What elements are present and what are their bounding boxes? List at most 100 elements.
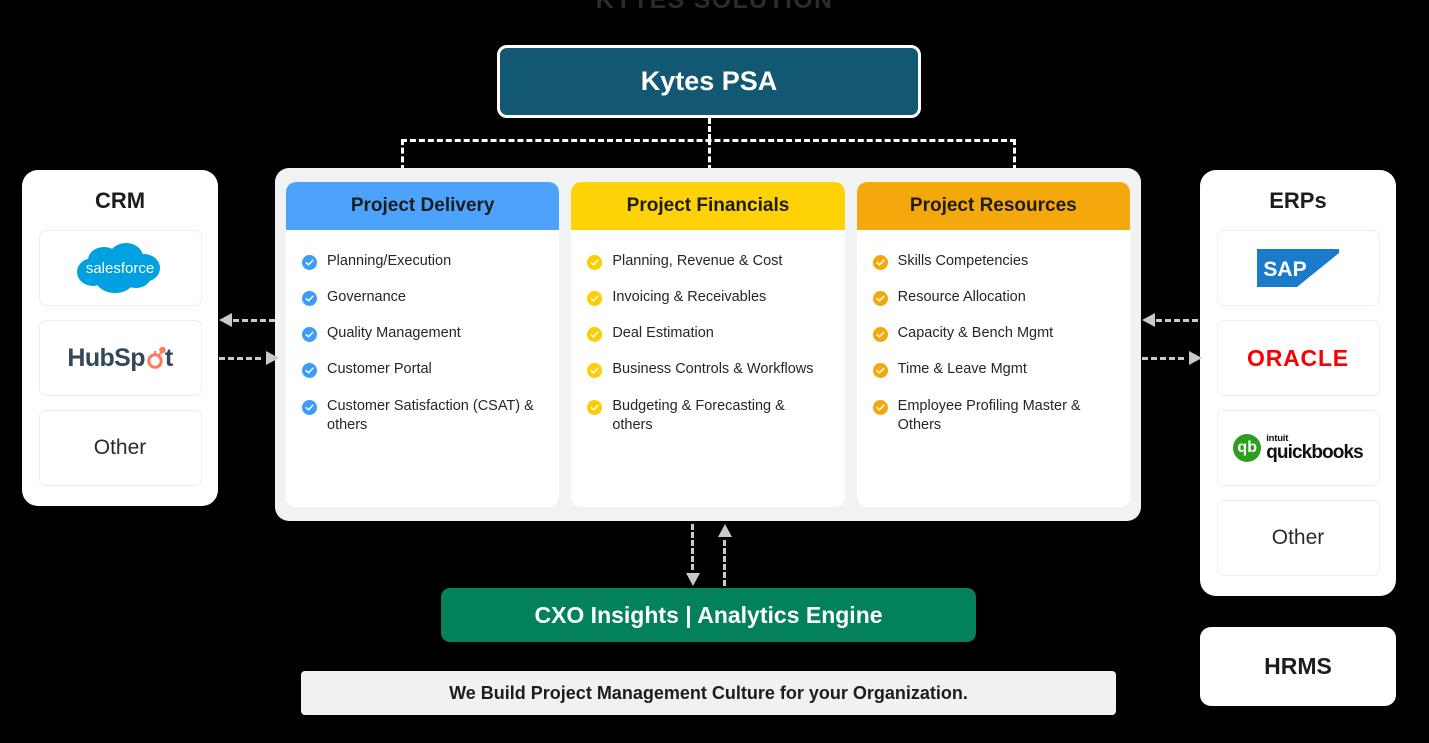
pillar-card: Project Delivery Planning/Execution Govern… [286, 182, 560, 507]
check-circle-icon [302, 399, 317, 415]
feature-item: Time & Leave Mgmt [872, 360, 1113, 379]
check-circle-icon [872, 255, 888, 270]
check-circle-icon [872, 291, 888, 307]
erp-other-label: Other [1271, 526, 1325, 549]
kytes-psa-box[interactable]: Kytes PSA [497, 45, 921, 118]
connector-drop-right [1013, 139, 1016, 171]
sap-icon: SAP [1257, 249, 1339, 287]
feature-item: Customer Satisfaction (CSAT) & others [302, 397, 542, 435]
svg-text:salesforce: salesforce [86, 260, 154, 277]
feature-item: Capacity & Bench Mgmt [872, 324, 1113, 343]
check-circle-icon [587, 291, 603, 307]
check-circle-icon [302, 363, 317, 379]
kytes-psa-label: Kytes PSA [640, 66, 778, 96]
logo-card-other-crm[interactable]: Other [38, 410, 202, 486]
svg-text:SAP: SAP [1263, 258, 1306, 281]
feature-item: Planning, Revenue & Cost [587, 252, 827, 271]
check-circle-icon [302, 291, 317, 307]
feature-label: Customer Satisfaction (CSAT) & others [327, 397, 534, 433]
arrow-left-pointing [1142, 313, 1202, 327]
logo-card-oracle[interactable]: ORACLE [1216, 320, 1380, 396]
feature-item: Budgeting & Forecasting & others [587, 397, 827, 435]
feature-label: Governance [327, 289, 406, 306]
pillar-header: Project Delivery [286, 182, 560, 230]
feature-label: Invoicing & Receivables [612, 289, 767, 306]
pillar-feature-list: Planning, Revenue & Cost Invoicing & Rece… [571, 230, 844, 445]
logo-card-quickbooks[interactable]: qb intuit quickbooks [1216, 410, 1380, 486]
logo-card-hubspot[interactable]: HubSp t [38, 320, 202, 396]
feature-label: Deal Estimation [612, 325, 714, 342]
crm-panel: CRM salesforce HubSp t Other [22, 170, 218, 506]
pillar-title: Project Financials [626, 195, 790, 216]
feature-label: Capacity & Bench Mgmt [897, 325, 1054, 342]
pillar-feature-list: Planning/Execution Governance Quality Mana… [286, 230, 559, 445]
check-circle-icon [302, 255, 317, 270]
salesforce-icon: salesforce [68, 240, 172, 296]
check-circle-icon [872, 363, 888, 379]
quickbooks-label: quickbooks [1266, 442, 1363, 464]
tagline-bar: We Build Project Management Culture for … [301, 671, 1116, 715]
pillar-title: Project Resources [909, 195, 1077, 216]
oracle-icon: ORACLE [1247, 344, 1349, 371]
cxo-insights-label: CXO Insights | Analytics Engine [534, 601, 883, 628]
feature-item: Skills Competencies [872, 252, 1113, 271]
arrow-left-pointing [219, 313, 279, 327]
check-circle-icon [587, 327, 603, 343]
feature-item: Invoicing & Receivables [587, 288, 827, 307]
logo-card-sap[interactable]: SAP [1216, 230, 1380, 306]
pillar-header: Project Financials [571, 182, 845, 230]
check-circle-icon [587, 399, 603, 415]
feature-item: Resource Allocation [872, 288, 1113, 307]
feature-label: Planning/Execution [327, 253, 452, 269]
section-title: KYTES SOLUTION [595, 0, 834, 14]
feature-item: Planning/Execution [302, 252, 542, 271]
feature-item: Deal Estimation [587, 324, 827, 343]
crm-other-label: Other [93, 436, 147, 459]
check-circle-icon [872, 399, 888, 415]
pillar-feature-list: Skills Competencies Resource Allocation Ca… [857, 230, 1130, 445]
feature-label: Employee Profiling Master & Others [897, 397, 1081, 433]
hrms-label: HRMS [1264, 653, 1332, 679]
feature-label: Skills Competencies [897, 253, 1029, 269]
feature-label: Business Controls & Workflows [612, 361, 814, 378]
check-circle-icon [587, 255, 603, 270]
feature-label: Resource Allocation [897, 289, 1026, 306]
feature-label: Budgeting & Forecasting & others [612, 397, 785, 433]
connector-vertical-stub [708, 118, 711, 140]
feature-label: Quality Management [327, 325, 461, 342]
connector-drop-left [401, 139, 404, 171]
quickbooks-icon: qb intuit quickbooks [1233, 434, 1364, 464]
erp-panel: ERPs SAP ORACLE qb intuit quickbooks Oth… [1200, 170, 1396, 596]
arrow-right-pointing [1142, 351, 1202, 365]
logo-card-other-erp[interactable]: Other [1216, 500, 1380, 576]
connector-drop-center [708, 139, 711, 171]
erp-panel-title: ERPs [1269, 188, 1327, 213]
pillar-header: Project Resources [856, 182, 1130, 230]
check-circle-icon [872, 327, 888, 343]
logo-card-salesforce[interactable]: salesforce [38, 230, 202, 306]
hrms-box[interactable]: HRMS [1200, 627, 1396, 706]
feature-item: Quality Management [302, 324, 542, 343]
feature-label: Planning, Revenue & Cost [612, 253, 783, 269]
cxo-insights-bar[interactable]: CXO Insights | Analytics Engine [441, 588, 976, 642]
arrow-right-pointing [219, 351, 279, 365]
erp-integration-arrows [1142, 313, 1202, 379]
check-circle-icon [302, 327, 317, 343]
feature-item: Governance [302, 288, 542, 307]
check-circle-icon [587, 363, 603, 379]
pillar-card: Project Resources Skills Competencies Reso… [856, 182, 1130, 507]
feature-item: Employee Profiling Master & Others [872, 397, 1113, 435]
feature-item: Business Controls & Workflows [587, 360, 827, 379]
crm-panel-title: CRM [94, 188, 146, 213]
hubspot-icon: HubSp t [67, 343, 173, 372]
feature-item: Customer Portal [302, 360, 542, 379]
feature-label: Time & Leave Mgmt [897, 361, 1027, 378]
feature-label: Customer Portal [327, 361, 432, 378]
tagline-label: We Build Project Management Culture for … [449, 682, 968, 703]
cxo-integration-arrows [680, 524, 740, 586]
crm-integration-arrows [219, 313, 279, 379]
pillar-title: Project Delivery [350, 195, 495, 216]
pillars-container: Project Delivery Planning/Execution Govern… [275, 168, 1141, 521]
pillar-card: Project Financials Planning, Revenue & Co… [571, 182, 845, 507]
arrow-down-pointing [686, 524, 700, 586]
